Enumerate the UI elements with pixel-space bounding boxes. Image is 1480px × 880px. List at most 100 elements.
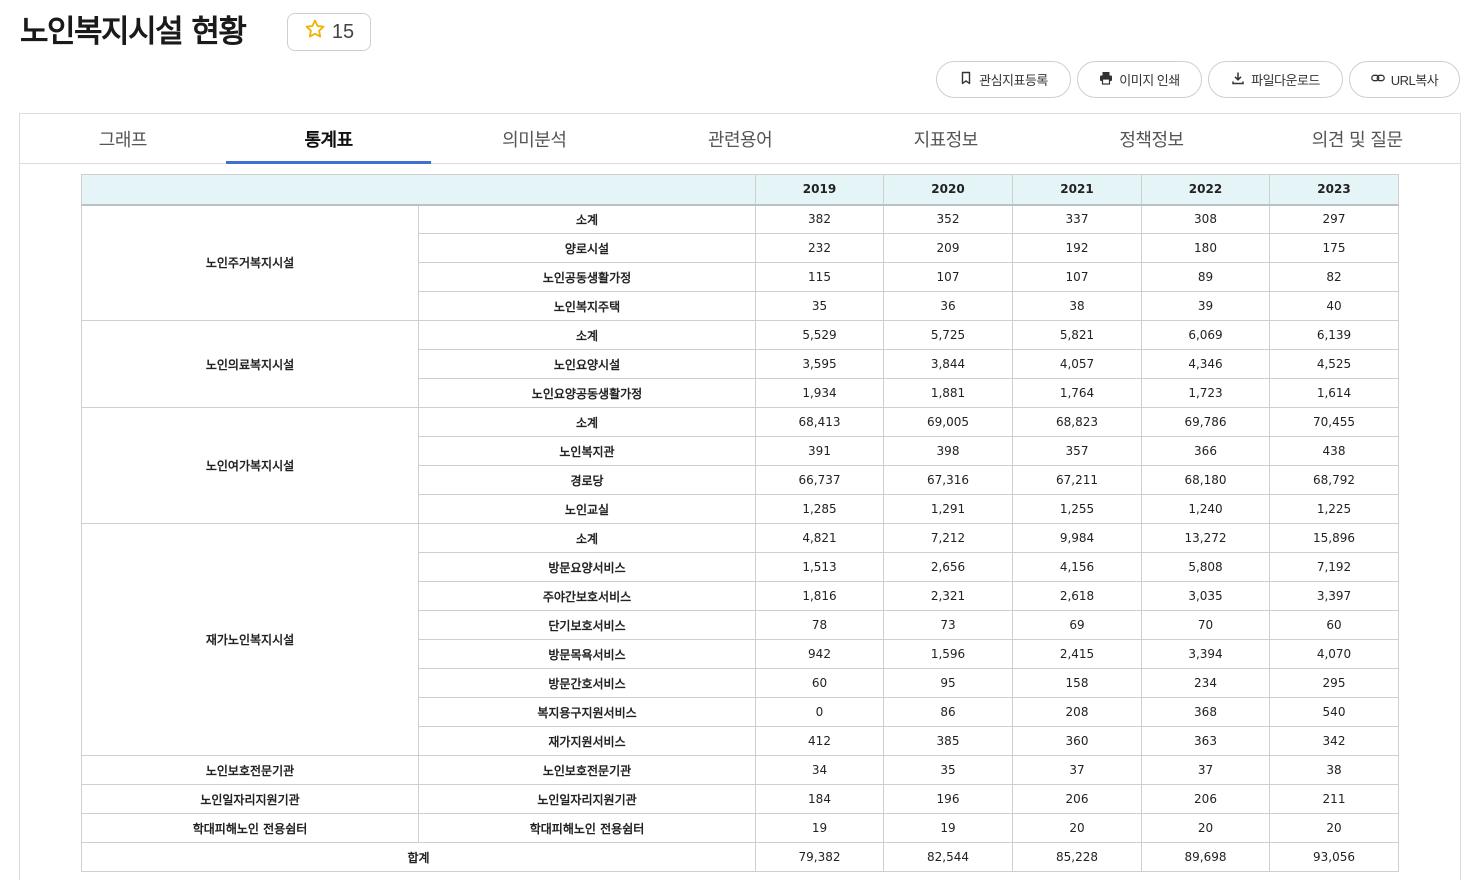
tab-comments-questions[interactable]: 의견 및 질문 <box>1254 114 1460 163</box>
value-cell: 68,413 <box>755 407 884 437</box>
header-year: 2020 <box>883 174 1013 206</box>
value-cell: 68,823 <box>1012 407 1142 437</box>
total-value-cell: 93,056 <box>1269 842 1399 872</box>
action-toolbar: 관심지표등록 이미지 인쇄 파일다운로드 URL복사 <box>936 61 1460 98</box>
value-cell: 438 <box>1269 436 1399 466</box>
value-cell: 208 <box>1012 697 1142 727</box>
subcategory-cell: 학대피해노인 전용쉼터 <box>418 813 756 843</box>
value-cell: 180 <box>1141 233 1270 263</box>
value-cell: 89 <box>1141 262 1270 292</box>
value-cell: 363 <box>1141 726 1270 756</box>
copy-url-label: URL복사 <box>1390 73 1439 88</box>
value-cell: 211 <box>1269 784 1399 814</box>
tab-indicator-info[interactable]: 지표정보 <box>843 114 1049 163</box>
tab-meaning-analysis[interactable]: 의미분석 <box>431 114 637 163</box>
subcategory-cell: 양로시설 <box>418 233 756 263</box>
value-cell: 1,596 <box>883 639 1013 669</box>
tab-graph[interactable]: 그래프 <box>20 114 226 163</box>
value-cell: 7,192 <box>1269 552 1399 582</box>
value-cell: 382 <box>755 204 884 234</box>
print-label: 이미지 인쇄 <box>1119 73 1180 88</box>
category-cell: 학대피해노인 전용쉼터 <box>81 813 419 843</box>
header-year: 2021 <box>1012 174 1142 206</box>
tab-related-terms[interactable]: 관련용어 <box>637 114 843 163</box>
value-cell: 1,934 <box>755 378 884 408</box>
value-cell: 38 <box>1012 291 1142 321</box>
download-icon <box>1231 71 1245 88</box>
value-cell: 368 <box>1141 697 1270 727</box>
value-cell: 1,764 <box>1012 378 1142 408</box>
value-cell: 352 <box>883 204 1013 234</box>
subcategory-cell: 소계 <box>418 407 756 437</box>
download-label: 파일다운로드 <box>1251 73 1320 88</box>
value-cell: 86 <box>883 697 1013 727</box>
value-cell: 391 <box>755 436 884 466</box>
favorite-count: 15 <box>331 20 355 43</box>
value-cell: 308 <box>1141 204 1270 234</box>
value-cell: 7,212 <box>883 523 1013 553</box>
value-cell: 95 <box>883 668 1013 698</box>
value-cell: 73 <box>883 610 1013 640</box>
value-cell: 3,394 <box>1141 639 1270 669</box>
total-value-cell: 82,544 <box>883 842 1013 872</box>
value-cell: 69,786 <box>1141 407 1270 437</box>
value-cell: 68,180 <box>1141 465 1270 495</box>
download-button[interactable]: 파일다운로드 <box>1208 61 1343 98</box>
subcategory-cell: 방문간호서비스 <box>418 668 756 698</box>
value-cell: 2,618 <box>1012 581 1142 611</box>
header-year: 2019 <box>755 174 884 206</box>
value-cell: 942 <box>755 639 884 669</box>
value-cell: 0 <box>755 697 884 727</box>
value-cell: 37 <box>1012 755 1142 785</box>
copy-url-button[interactable]: URL복사 <box>1349 61 1460 98</box>
category-cell: 노인여가복지시설 <box>81 407 419 524</box>
value-cell: 69,005 <box>883 407 1013 437</box>
category-cell: 노인보호전문기관 <box>81 755 419 785</box>
page-title: 노인복지시설 현황 <box>20 14 247 50</box>
tab-stat-table[interactable]: 통계표 <box>225 114 432 164</box>
subcategory-cell: 경로당 <box>418 465 756 495</box>
value-cell: 13,272 <box>1141 523 1270 553</box>
value-cell: 1,225 <box>1269 494 1399 524</box>
print-button[interactable]: 이미지 인쇄 <box>1077 61 1202 98</box>
subcategory-cell: 소계 <box>418 523 756 553</box>
value-cell: 297 <box>1269 204 1399 234</box>
value-cell: 4,070 <box>1269 639 1399 669</box>
value-cell: 66,737 <box>755 465 884 495</box>
value-cell: 1,816 <box>755 581 884 611</box>
value-cell: 9,984 <box>1012 523 1142 553</box>
value-cell: 1,614 <box>1269 378 1399 408</box>
value-cell: 196 <box>883 784 1013 814</box>
value-cell: 5,725 <box>883 320 1013 350</box>
value-cell: 360 <box>1012 726 1142 756</box>
subcategory-cell: 노인요양시설 <box>418 349 756 379</box>
bookmark-button[interactable]: 관심지표등록 <box>936 61 1071 98</box>
total-value-cell: 85,228 <box>1012 842 1142 872</box>
value-cell: 67,316 <box>883 465 1013 495</box>
subcategory-cell: 방문목욕서비스 <box>418 639 756 669</box>
subcategory-cell: 노인교실 <box>418 494 756 524</box>
value-cell: 39 <box>1141 291 1270 321</box>
table-row: 학대피해노인 전용쉼터 학대피해노인 전용쉼터 19 19 20 20 20 <box>81 813 1399 843</box>
value-cell: 1,285 <box>755 494 884 524</box>
bookmark-label: 관심지표등록 <box>979 73 1048 88</box>
value-cell: 5,808 <box>1141 552 1270 582</box>
value-cell: 342 <box>1269 726 1399 756</box>
subcategory-cell: 재가지원서비스 <box>418 726 756 756</box>
value-cell: 38 <box>1269 755 1399 785</box>
value-cell: 366 <box>1141 436 1270 466</box>
value-cell: 184 <box>755 784 884 814</box>
value-cell: 19 <box>883 813 1013 843</box>
value-cell: 192 <box>1012 233 1142 263</box>
subcategory-cell: 소계 <box>418 204 756 234</box>
subcategory-cell: 주야간보호서비스 <box>418 581 756 611</box>
value-cell: 107 <box>1012 262 1142 292</box>
value-cell: 69 <box>1012 610 1142 640</box>
value-cell: 35 <box>883 755 1013 785</box>
tab-policy-info[interactable]: 정책정보 <box>1049 114 1255 163</box>
value-cell: 175 <box>1269 233 1399 263</box>
value-cell: 20 <box>1012 813 1142 843</box>
favorite-button[interactable]: 15 <box>287 13 371 51</box>
value-cell: 206 <box>1141 784 1270 814</box>
table-row: 노인일자리지원기관 노인일자리지원기관 184 196 206 206 211 <box>81 784 1399 814</box>
